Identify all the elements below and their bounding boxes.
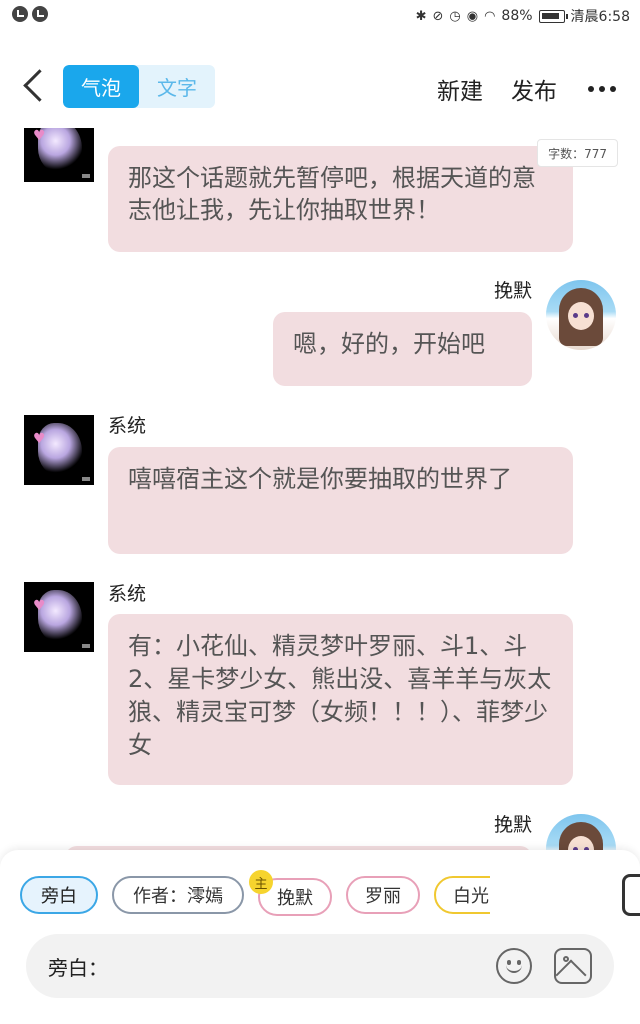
clock-icon: ◷ [449,8,461,24]
battery-icon [538,9,568,23]
status-right: ✱ ⊘ ◷ ◉ ◠ 88% 清晨6:58 [416,6,630,26]
system-avatar[interactable]: ♥ [24,415,94,485]
status-bar: ✱ ⊘ ◷ ◉ ◠ 88% 清晨6:58 [0,0,640,32]
message-bubble[interactable]: 那这个话题就先暂停吧，根据天道的意志他让我，先让你抽取世界！ [108,146,573,252]
alarm-icon-2 [32,6,48,22]
sender-name: 系统 [108,415,147,437]
back-arrow-icon[interactable] [18,68,48,108]
role-chip-narrator[interactable]: 旁白 [20,876,98,914]
message-bubble[interactable]: 有：小花仙、精灵梦叶罗丽、斗1、斗2、星卡梦少女、熊出没、喜羊羊与灰太狼、精灵宝… [108,614,573,785]
input-panel: 旁白 作者：澪嫣 挽默 罗丽 白光 主 旁白： [0,850,640,1024]
status-time: 清晨6:58 [570,9,630,25]
status-left-icons [12,6,48,22]
battery-percent: 88% [501,8,533,24]
role-chip-luoli[interactable]: 罗丽 [346,876,420,914]
user-avatar[interactable] [546,814,616,850]
message-input[interactable]: 旁白： [26,934,614,998]
char-count-badge: 字数：777 [537,139,618,167]
sender-name: 系统 [108,583,147,605]
wifi-icon: ◠ [484,8,496,24]
more-icon[interactable] [588,86,616,92]
publish-button[interactable]: 发布 [511,72,557,106]
eye-icon: ◉ [466,8,479,24]
tab-bubble[interactable]: 气泡 [63,65,139,108]
message-bubble[interactable]: 嘻嘻宿主这个就是你要抽取的世界了 [108,447,573,554]
main-character-badge: 主 [249,870,273,894]
mode-toggle: 气泡 文字 [63,65,215,108]
tab-text[interactable]: 文字 [139,65,215,108]
alarm-icon [12,6,28,22]
role-chip-baiguang[interactable]: 白光 [434,876,490,914]
user-avatar[interactable] [546,280,616,350]
nav-bar: 气泡 文字 新建 发布 [0,50,640,126]
bluetooth-icon: ✱ [415,8,427,24]
input-role-label: 旁白： [48,956,108,980]
sender-name: 挽默 [493,280,532,302]
chat-area[interactable]: ♥ 那这个话题就先暂停吧，根据天道的意志他让我，先让你抽取世界！ 字数：777 … [0,128,640,850]
new-button[interactable]: 新建 [437,72,483,106]
image-icon[interactable] [554,948,592,984]
system-avatar[interactable]: ♥ [24,128,94,182]
role-chip-author[interactable]: 作者：澪嫣 [112,876,244,914]
mute-icon: ⊘ [432,8,444,24]
message-bubble[interactable]: 嗯，好的，开始吧 [273,312,532,386]
sender-name: 挽默 [493,814,532,836]
system-avatar[interactable]: ♥ [24,582,94,652]
character-manage-icon[interactable] [622,874,640,916]
emoji-icon[interactable] [496,948,532,984]
